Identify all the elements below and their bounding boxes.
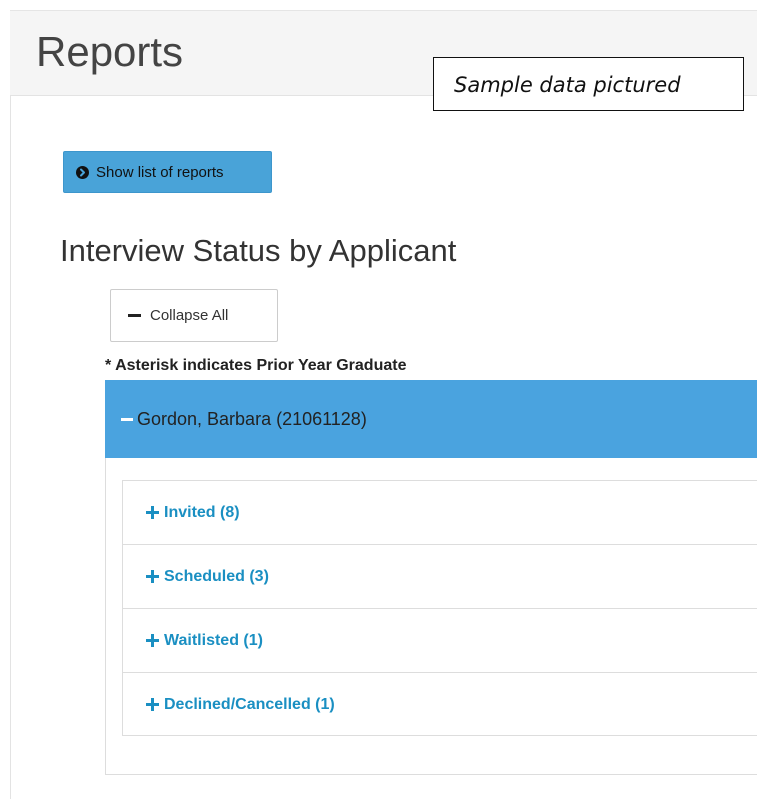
collapse-all-button[interactable]: Collapse All <box>110 289 278 342</box>
status-row-declined-cancelled[interactable]: Declined/Cancelled (1) <box>123 673 757 736</box>
sample-data-note: Sample data pictured <box>433 57 744 111</box>
status-label: Scheduled (3) <box>164 567 269 585</box>
content-left-border <box>10 96 11 799</box>
plus-icon <box>146 570 159 583</box>
status-list: Invited (8) Scheduled (3) Waitlisted (1)… <box>122 480 757 736</box>
status-label: Declined/Cancelled (1) <box>164 695 335 713</box>
collapse-all-label: Collapse All <box>150 307 229 324</box>
status-label: Invited (8) <box>164 503 240 521</box>
show-list-of-reports-button[interactable]: Show list of reports <box>63 151 272 193</box>
applicant-panel-header[interactable]: Gordon, Barbara (21061128) <box>105 380 757 458</box>
report-title: Interview Status by Applicant <box>60 233 457 268</box>
minus-icon <box>128 314 141 317</box>
plus-icon <box>146 506 159 519</box>
status-label: Waitlisted (1) <box>164 631 263 649</box>
applicant-name: Gordon, Barbara (21061128) <box>137 408 367 429</box>
minus-icon <box>121 417 133 421</box>
plus-icon <box>146 698 159 711</box>
asterisk-legend: * Asterisk indicates Prior Year Graduate <box>105 357 407 374</box>
show-list-of-reports-label: Show list of reports <box>96 163 224 181</box>
chevron-circle-right-icon <box>76 165 89 179</box>
applicant-panel: Gordon, Barbara (21061128) Invited (8) S… <box>105 380 757 775</box>
status-row-invited[interactable]: Invited (8) <box>123 481 757 545</box>
plus-icon <box>146 634 159 647</box>
status-row-scheduled[interactable]: Scheduled (3) <box>123 545 757 609</box>
status-row-waitlisted[interactable]: Waitlisted (1) <box>123 609 757 673</box>
page-title: Reports <box>36 28 184 75</box>
